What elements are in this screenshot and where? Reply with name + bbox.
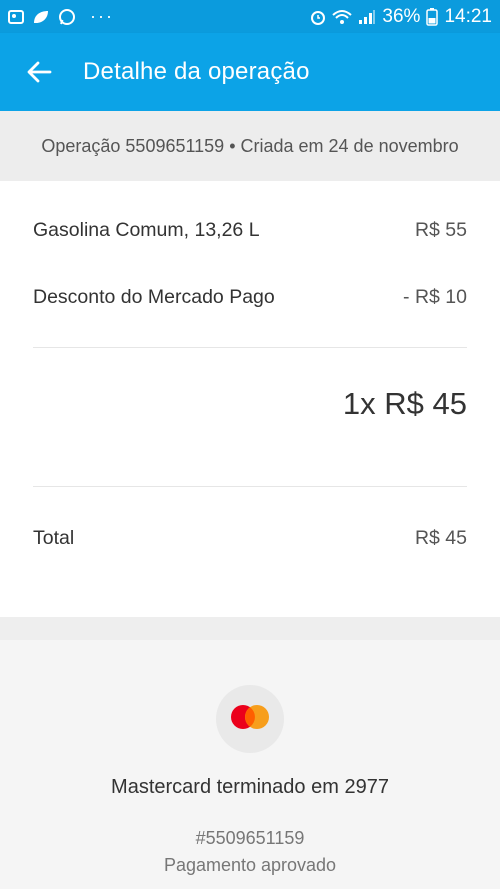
card-icon-container — [216, 685, 284, 753]
total-amount: R$ 45 — [414, 527, 467, 549]
total-row: Total R$ 45 — [33, 527, 467, 550]
battery-icon — [426, 7, 439, 26]
whatsapp-icon — [58, 8, 76, 26]
app-bar: Detalhe da operação — [0, 33, 500, 111]
status-right: 36% 14:21 — [310, 6, 492, 28]
payment-section: Mastercard terminado em 2977 #5509651159… — [0, 640, 500, 889]
total-label: Total — [33, 527, 75, 549]
discount-label: Desconto do Mercado Pago — [33, 286, 275, 308]
discount-amount: - R$ 10 — [403, 286, 467, 308]
back-button[interactable] — [0, 33, 78, 111]
payment-status: Pagamento aprovado — [163, 855, 337, 875]
line-item-label: Gasolina Comum, 13,26 L — [33, 219, 260, 241]
status-left: ··· — [8, 6, 114, 27]
divider — [33, 347, 467, 348]
alarm-icon — [310, 9, 326, 25]
signal-icon — [358, 9, 376, 25]
line-item-amount: R$ 55 — [414, 219, 467, 241]
back-arrow-icon[interactable] — [26, 59, 52, 85]
line-item: Gasolina Comum, 13,26 L R$ 55 — [33, 219, 467, 242]
installments-total: 1x R$ 45 — [342, 386, 467, 421]
more-notifications: ··· — [90, 6, 114, 26]
payment-method: Mastercard terminado em 2977 — [111, 776, 389, 798]
discount-item: Desconto do Mercado Pago - R$ 10 — [33, 286, 467, 309]
battery-percent: 36% — [382, 5, 421, 27]
mastercard-icon — [228, 703, 272, 736]
clock: 14:21 — [444, 5, 492, 27]
page-title: Detalhe da operação — [83, 58, 310, 85]
payment-id: #5509651159 — [195, 828, 305, 848]
wifi-icon — [332, 9, 353, 25]
gallery-icon — [8, 9, 24, 25]
leaf-icon — [32, 9, 50, 25]
divider — [33, 486, 467, 487]
operation-header: Operação 5509651159 • Criada em 24 de no… — [0, 111, 500, 181]
operation-details-card: Gasolina Comum, 13,26 L R$ 55 Desconto d… — [0, 181, 500, 617]
status-bar: ··· 36% 14:21 — [0, 0, 500, 33]
